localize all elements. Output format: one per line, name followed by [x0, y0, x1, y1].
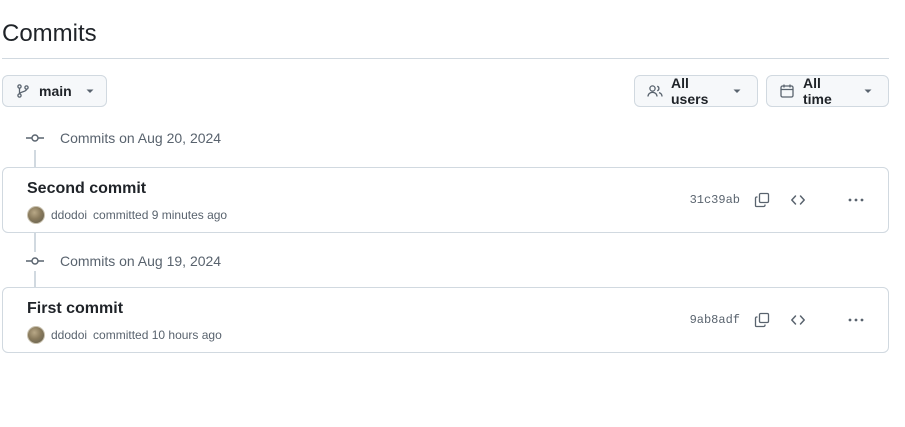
code-icon — [791, 195, 805, 205]
time-filter-label: All time — [803, 75, 832, 107]
timeline-connector — [34, 150, 36, 168]
commit-group-header: Commits on Aug 19, 2024 — [26, 251, 221, 271]
triangle-down-icon — [864, 89, 872, 93]
commit-author-link[interactable]: ddodoi — [51, 208, 87, 222]
copy-sha-button[interactable] — [748, 188, 776, 212]
kebab-horizontal-icon — [848, 198, 864, 202]
browse-repo-button[interactable] — [784, 308, 812, 332]
code-icon — [791, 315, 805, 325]
avatar[interactable] — [27, 326, 45, 344]
commit-time-text: committed 10 hours ago — [93, 328, 222, 342]
commits-page: Commits main All users All time Commits … — [0, 0, 905, 427]
commit-title-link[interactable]: First commit — [27, 300, 123, 318]
branch-select-button[interactable]: main — [2, 75, 107, 107]
commit-title-link[interactable]: Second commit — [27, 180, 146, 198]
page-title: Commits — [2, 20, 97, 47]
commit-meta: ddodoi committed 9 minutes ago — [27, 206, 227, 224]
commit-group-date: Commits on Aug 19, 2024 — [60, 253, 222, 269]
commit-meta: ddodoi committed 10 hours ago — [27, 326, 222, 344]
timeline-connector — [34, 233, 36, 252]
triangle-down-icon — [86, 89, 94, 93]
commit-sha-link[interactable]: 9ab8adf — [690, 313, 740, 327]
timeline-connector — [34, 271, 36, 288]
copy-sha-button[interactable] — [748, 308, 776, 332]
commit-sha-link[interactable]: 31c39ab — [690, 193, 740, 207]
triangle-down-icon — [733, 89, 741, 93]
commit-time-text: committed 9 minutes ago — [93, 208, 228, 222]
time-filter-button[interactable]: All time — [766, 75, 889, 107]
commit-row: Second commit ddodoi committed 9 minutes… — [2, 167, 889, 233]
more-actions-button[interactable] — [842, 308, 870, 332]
browse-repo-button[interactable] — [784, 188, 812, 212]
commit-author-link[interactable]: ddodoi — [51, 328, 87, 342]
avatar[interactable] — [27, 206, 45, 224]
git-commit-icon — [26, 257, 44, 265]
title-divider — [2, 58, 889, 59]
users-filter-label: All users — [671, 75, 709, 107]
branch-select-label: main — [39, 83, 72, 99]
people-icon — [647, 85, 663, 97]
users-filter-button[interactable]: All users — [634, 75, 758, 107]
copy-icon — [754, 312, 770, 328]
git-branch-icon — [17, 84, 29, 98]
commit-group-header: Commits on Aug 20, 2024 — [26, 128, 221, 148]
calendar-icon — [780, 84, 794, 98]
commit-row: First commit ddodoi committed 10 hours a… — [2, 287, 889, 353]
more-actions-button[interactable] — [842, 188, 870, 212]
git-commit-icon — [26, 134, 44, 142]
copy-icon — [754, 192, 770, 208]
commit-group-date: Commits on Aug 20, 2024 — [60, 130, 222, 146]
kebab-horizontal-icon — [848, 318, 864, 322]
